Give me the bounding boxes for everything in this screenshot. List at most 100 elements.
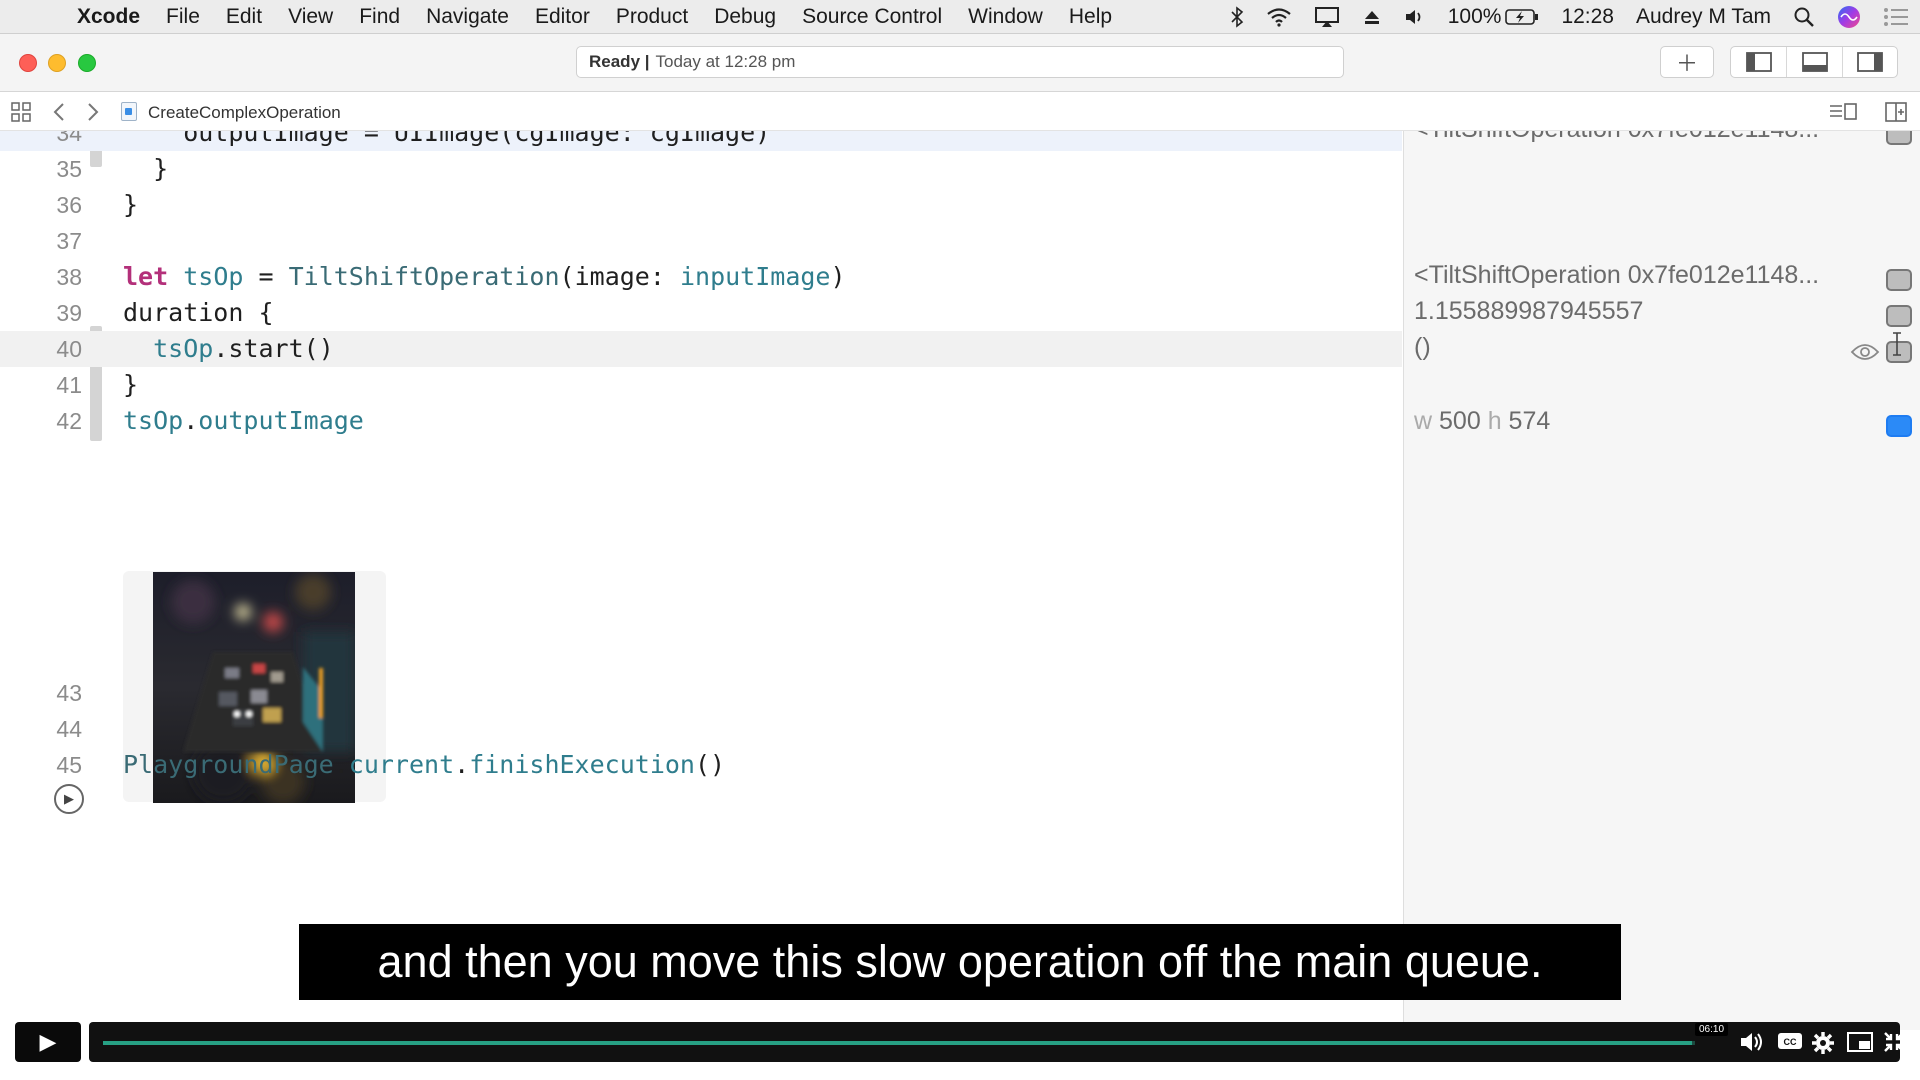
zoom-window-button[interactable]: [78, 54, 96, 72]
text-cursor-icon: [1893, 332, 1901, 356]
code-line[interactable]: 34 outputImage = UIImage(cgImage: cgImag…: [0, 131, 1402, 151]
menu-product[interactable]: Product: [603, 5, 701, 29]
battery-status[interactable]: 100%: [1437, 5, 1551, 29]
code-line[interactable]: 44: [0, 711, 1402, 747]
panel-toggle-group: [1730, 46, 1898, 78]
code-line[interactable]: 35 }: [0, 151, 1402, 187]
battery-icon: [1505, 9, 1539, 25]
minimize-window-button[interactable]: [48, 54, 66, 72]
svg-text:CC: CC: [1784, 1037, 1797, 1047]
result-value[interactable]: <TiltShiftOperation 0x7fe012e1148...: [1414, 261, 1819, 290]
right-panel-icon: [1856, 52, 1883, 72]
code-text: }: [123, 190, 139, 219]
quick-look-button[interactable]: [1886, 131, 1912, 145]
user-name[interactable]: Audrey M Tam: [1625, 5, 1782, 29]
wifi-icon[interactable]: [1255, 7, 1303, 27]
airplay-icon[interactable]: [1303, 6, 1351, 28]
exit-fullscreen-icon[interactable]: [1883, 1031, 1905, 1059]
menu-help[interactable]: Help: [1056, 5, 1125, 29]
menu-debug[interactable]: Debug: [701, 5, 789, 29]
code-text: let tsOp = TiltShiftOperation(image: inp…: [123, 262, 846, 291]
code-text: }: [123, 154, 169, 183]
code-line[interactable]: 39 duration {: [0, 295, 1402, 331]
editor-options-icon[interactable]: [1828, 101, 1858, 129]
plus-icon: ＋: [1675, 51, 1698, 76]
seek-track[interactable]: 06:10: [103, 1023, 1729, 1045]
menu-window[interactable]: Window: [955, 5, 1056, 29]
spotlight-search-icon[interactable]: [1782, 6, 1826, 28]
code-line[interactable]: 41 }: [0, 367, 1402, 403]
menu-find[interactable]: Find: [346, 5, 413, 29]
back-chevron-icon[interactable]: [52, 101, 66, 129]
jump-bar: CreateComplexOperation: [0, 93, 1920, 131]
eject-icon[interactable]: [1351, 8, 1393, 26]
play-button[interactable]: ▶: [15, 1022, 81, 1062]
left-panel-icon: [1745, 52, 1772, 72]
results-sidebar: <TiltShiftOperation 0x7fe012e1148... <Ti…: [1403, 131, 1920, 1030]
result-value[interactable]: (): [1414, 333, 1431, 362]
code-line[interactable]: 37: [0, 223, 1402, 259]
build-status: Ready |: [589, 52, 650, 71]
bluetooth-icon[interactable]: [1219, 6, 1255, 28]
eye-icon[interactable]: [1850, 342, 1880, 362]
playground-file-icon: [121, 102, 137, 121]
line-number: 37: [56, 228, 82, 254]
volume-icon[interactable]: [1393, 7, 1437, 27]
image-size-result[interactable]: w 500 h 574: [1414, 407, 1550, 436]
code-line[interactable]: 36 }: [0, 187, 1402, 223]
close-window-button[interactable]: [19, 54, 37, 72]
clock[interactable]: 12:28: [1550, 5, 1625, 29]
settings-gear-icon[interactable]: [1811, 1031, 1835, 1061]
related-items-grid-icon[interactable]: [10, 101, 32, 129]
toggle-navigator-button[interactable]: [1731, 47, 1786, 77]
breadcrumb-file[interactable]: CreateComplexOperation: [148, 103, 341, 123]
notification-center-icon[interactable]: [1872, 7, 1920, 27]
time-indicator: 06:10: [1695, 1023, 1729, 1036]
menu-app-name[interactable]: Xcode: [64, 5, 153, 29]
line-number: 41: [56, 372, 82, 398]
code-line[interactable]: 43: [0, 675, 1402, 711]
width-label: w: [1414, 407, 1433, 435]
code-line[interactable]: 42 tsOp.outputImage: [0, 403, 1402, 439]
siri-icon[interactable]: [1826, 5, 1872, 29]
volume-icon[interactable]: [1739, 1031, 1765, 1059]
code-line[interactable]: 45 PlaygroundPage.current.finishExecutio…: [0, 747, 1402, 783]
quick-look-button[interactable]: [1886, 269, 1912, 291]
result-value[interactable]: 1.155889987945557: [1414, 297, 1643, 326]
line-number: 39: [56, 300, 82, 326]
code-text: tsOp.start(): [153, 334, 334, 363]
width-value: 500: [1439, 407, 1481, 435]
library-add-button[interactable]: ＋: [1660, 46, 1714, 78]
forward-chevron-icon[interactable]: [86, 101, 100, 129]
video-player-controls: ▶ 06:10 CC: [0, 1020, 1920, 1080]
code-line-current[interactable]: 40 tsOp.start(): [0, 331, 1402, 367]
line-number: 42: [56, 408, 82, 434]
result-value[interactable]: <TiltShiftOperation 0x7fe012e1148...: [1414, 131, 1819, 144]
show-result-inline-button[interactable]: [1886, 415, 1912, 437]
line-number: 36: [56, 192, 82, 218]
menu-editor[interactable]: Editor: [522, 5, 603, 29]
menu-navigate[interactable]: Navigate: [413, 5, 522, 29]
run-playground-button[interactable]: ▶: [54, 784, 84, 814]
line-number: 38: [56, 264, 82, 290]
line-number: 44: [56, 716, 82, 742]
source-editor[interactable]: 34 outputImage = UIImage(cgImage: cgImag…: [0, 131, 1402, 1030]
seek-bar[interactable]: 06:10 CC: [89, 1022, 1904, 1062]
status-menus: 100% 12:28 Audrey M Tam: [1219, 0, 1920, 34]
menu-source-control[interactable]: Source Control: [789, 5, 955, 29]
quick-look-button[interactable]: [1886, 305, 1912, 327]
line-number: 45: [56, 752, 82, 778]
battery-percent: 100%: [1447, 5, 1502, 28]
closed-captions-icon[interactable]: CC: [1777, 1031, 1803, 1057]
play-icon: ▶: [39, 1029, 57, 1054]
toggle-inspector-button[interactable]: [1841, 47, 1897, 77]
picture-in-picture-icon[interactable]: [1847, 1031, 1873, 1059]
toggle-debug-area-button[interactable]: [1786, 47, 1841, 77]
add-editor-icon[interactable]: [1884, 101, 1908, 129]
line-number: 34: [56, 131, 82, 146]
code-text: }: [123, 370, 139, 399]
menu-edit[interactable]: Edit: [213, 5, 275, 29]
menu-file[interactable]: File: [153, 5, 213, 29]
menu-view[interactable]: View: [275, 5, 346, 29]
code-line[interactable]: 38 let tsOp = TiltShiftOperation(image: …: [0, 259, 1402, 295]
